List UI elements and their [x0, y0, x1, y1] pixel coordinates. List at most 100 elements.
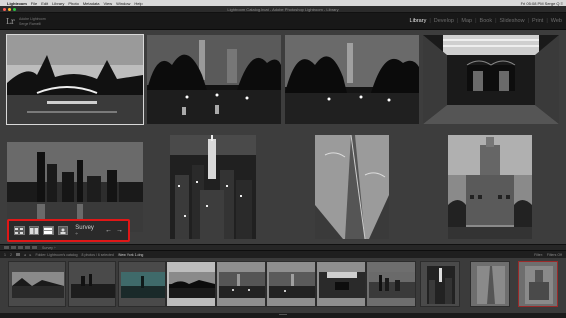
- photo-thumbnail: [285, 35, 419, 124]
- folder-source[interactable]: Folder: Lightroom's catalog: [35, 253, 77, 257]
- module-slideshow[interactable]: Slideshow: [500, 18, 525, 24]
- zoom-window-button[interactable]: [13, 8, 16, 11]
- back-arrow-icon[interactable]: ◂: [24, 253, 26, 257]
- identity-plate: Adobe Lightroom Serge Ramelli: [19, 17, 46, 26]
- filter-label: Filter:: [534, 252, 543, 257]
- filmstrip-thumb-8[interactable]: [366, 261, 416, 307]
- menu-file[interactable]: File: [31, 1, 37, 6]
- filmstrip-thumb-11[interactable]: [518, 261, 558, 307]
- filmstrip-thumb-9[interactable]: [420, 261, 460, 307]
- filmstrip-bottom-edge: [0, 313, 566, 318]
- photo-thumbnail: [269, 272, 315, 298]
- identity-line-2: Serge Ramelli: [19, 21, 41, 26]
- module-separator: |: [495, 18, 497, 24]
- survey-mode-select[interactable]: Survey ÷: [75, 225, 95, 237]
- filmstrip-thumb-3[interactable]: [118, 261, 166, 307]
- filmstrip-thumb-10[interactable]: [470, 261, 510, 307]
- survey-view-toolbar: Survey ÷ ← →: [7, 219, 130, 242]
- menu-view[interactable]: View: [104, 1, 113, 6]
- module-separator: |: [429, 18, 431, 24]
- survey-photo-arcade[interactable]: [423, 35, 559, 124]
- filmstrip: [0, 258, 566, 313]
- filmstrip-thumb-4-selected[interactable]: [166, 261, 216, 307]
- survey-view: [0, 30, 566, 244]
- photo-thumbnail: [448, 135, 532, 239]
- page-1-button[interactable]: 1: [4, 253, 6, 257]
- loupe-view-icon[interactable]: [11, 246, 16, 249]
- module-print[interactable]: Print: [532, 18, 543, 24]
- survey-photo-empire-state-night[interactable]: [170, 135, 256, 239]
- survey-photo-tower-upward[interactable]: [315, 135, 389, 239]
- survey-photo-municipal-building[interactable]: [448, 135, 532, 239]
- filmstrip-thumb-1[interactable]: [8, 261, 66, 307]
- photo-thumbnail: [71, 272, 115, 298]
- menu-status-area[interactable]: Fri 05:08 PM Serge Q ≡: [521, 1, 563, 6]
- module-develop[interactable]: Develop: [434, 18, 454, 24]
- survey-photo-park-night-variant[interactable]: [285, 35, 419, 124]
- compare-view-icon[interactable]: [28, 226, 40, 235]
- module-separator: |: [456, 18, 459, 24]
- window-title: Lightroom Catalog.lrcat - Adobe Photosho…: [227, 7, 339, 12]
- menu-library[interactable]: Library: [52, 1, 64, 6]
- menu-metadata[interactable]: Metadata: [83, 1, 100, 6]
- photo-thumbnail: [315, 135, 389, 239]
- photo-path: /New York 1.dng: [117, 252, 144, 257]
- filter-dropdown[interactable]: Filters Off: [547, 253, 562, 257]
- photo-thumbnail: [7, 35, 143, 124]
- window-controls: [3, 8, 16, 11]
- module-library[interactable]: Library: [410, 18, 427, 24]
- next-arrow-icon[interactable]: →: [116, 227, 123, 234]
- grid-view-icon[interactable]: [14, 226, 25, 235]
- menu-edit[interactable]: Edit: [41, 1, 48, 6]
- filmstrip-thumb-7[interactable]: [316, 261, 366, 307]
- photo-thumbnail: [427, 266, 455, 304]
- module-separator: |: [546, 18, 548, 24]
- identity-plate-bar: Lr Adobe Lightroom Serge Ramelli Library…: [0, 13, 566, 30]
- people-view-icon[interactable]: [57, 226, 69, 235]
- menu-photo[interactable]: Photo: [68, 1, 78, 6]
- filmstrip-resize-handle[interactable]: [279, 314, 287, 317]
- module-web[interactable]: Web: [551, 18, 562, 24]
- menu-window[interactable]: Window: [116, 1, 130, 6]
- survey-nav: ← →: [105, 227, 123, 234]
- filmstrip-thumb-6[interactable]: [266, 261, 316, 307]
- photo-thumbnail: [477, 266, 505, 304]
- photo-thumbnail: [423, 35, 559, 124]
- minimize-window-button[interactable]: [8, 8, 11, 11]
- module-picker: Library | Develop | Map | Book | Slidesh…: [410, 18, 562, 24]
- grid-icon[interactable]: [15, 253, 20, 256]
- people-view-icon[interactable]: [32, 246, 37, 249]
- filmstrip-header: 1 2 ◂ ▸ Folder: Lightroom's catalog 8 ph…: [0, 250, 566, 258]
- photo-thumbnail: [170, 135, 256, 239]
- photo-thumbnail: [121, 272, 165, 298]
- survey-photo-lake-bridge[interactable]: [6, 34, 144, 125]
- window-title-bar: Lightroom Catalog.lrcat - Adobe Photosho…: [0, 6, 566, 13]
- photo-count: 8 photos / 6 selected: [81, 252, 114, 257]
- previous-arrow-icon[interactable]: ←: [105, 227, 112, 234]
- menu-lightroom[interactable]: Lightroom: [7, 1, 27, 6]
- photo-thumbnail: [369, 272, 415, 298]
- toolbar-mode-label[interactable]: Survey ÷: [42, 246, 56, 250]
- compare-view-icon[interactable]: [18, 246, 23, 249]
- loupe-survey-icon[interactable]: [43, 226, 54, 235]
- filmstrip-thumb-2[interactable]: [68, 261, 116, 307]
- module-separator: |: [475, 18, 477, 24]
- menu-help[interactable]: Help: [134, 1, 142, 6]
- forward-arrow-icon[interactable]: ▸: [30, 253, 32, 257]
- module-separator: |: [527, 18, 530, 24]
- survey-photo-park-night[interactable]: [147, 35, 281, 124]
- chevron-down-icon: ÷: [75, 230, 78, 237]
- close-window-button[interactable]: [3, 8, 6, 11]
- photo-thumbnail: [147, 35, 281, 124]
- grid-view-icon[interactable]: [4, 246, 9, 249]
- module-map[interactable]: Map: [461, 18, 472, 24]
- survey-mode-label: Survey: [75, 224, 94, 231]
- module-book[interactable]: Book: [480, 18, 493, 24]
- lightroom-logo: Lr: [6, 17, 15, 26]
- filmstrip-thumb-5[interactable]: [216, 261, 266, 307]
- photo-thumbnail: [319, 272, 365, 298]
- photo-thumbnail: [219, 272, 265, 298]
- page-2-button[interactable]: 2: [10, 253, 12, 257]
- survey-view-icon[interactable]: [25, 246, 30, 249]
- photo-thumbnail: [525, 266, 553, 304]
